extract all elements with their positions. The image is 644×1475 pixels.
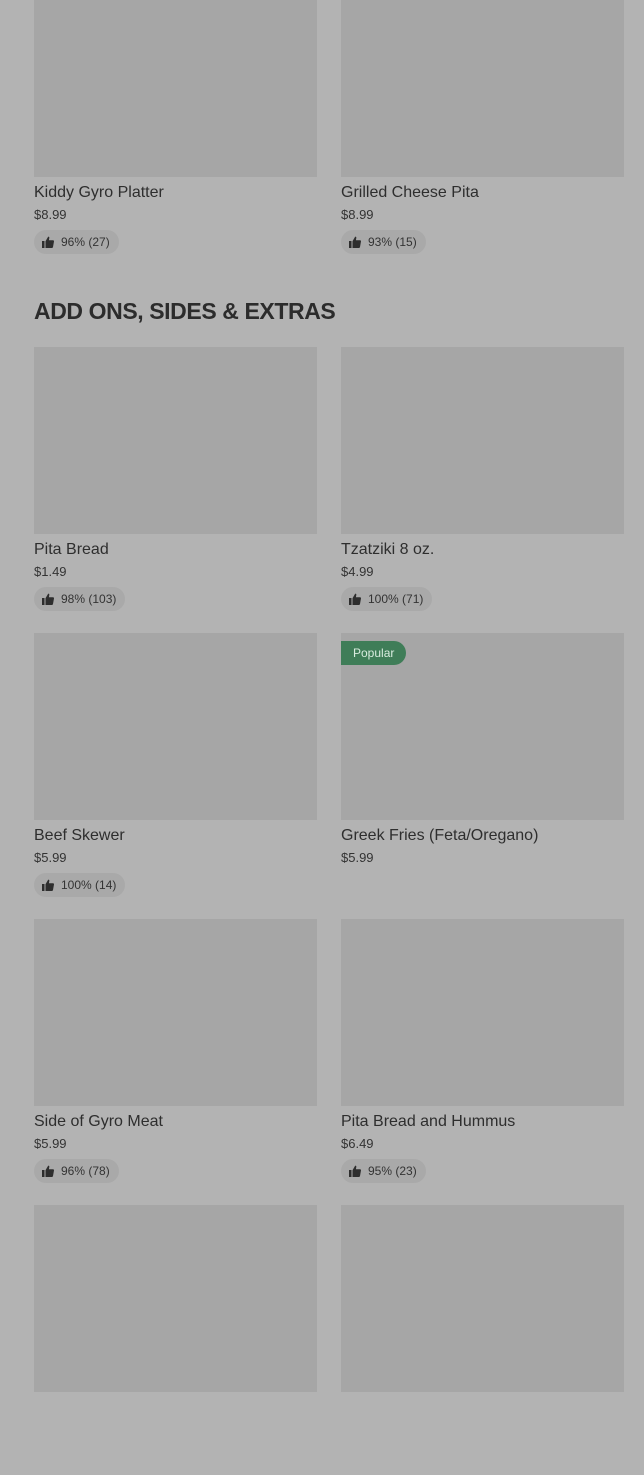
item-image[interactable] (341, 1205, 624, 1392)
item-name: Pita Bread and Hummus (341, 1113, 516, 1130)
menu-item-card[interactable] (341, 1205, 624, 1475)
rating-text: 98% (103) (61, 592, 117, 606)
thumbs-up-icon (42, 1165, 54, 1177)
rating-text: 96% (27) (61, 235, 110, 249)
item-image[interactable] (34, 347, 317, 534)
rating-pill: 100% (14) (34, 873, 126, 897)
rating-pill: 100% (71) (341, 587, 433, 611)
rating-pill: 95% (23) (341, 1159, 426, 1183)
menu-item-card[interactable]: Grilled Cheese Pita $8.99 93% (15) (341, 0, 624, 270)
item-price: $6.49 (341, 1136, 374, 1151)
menu-item-card[interactable]: Popular Greek Fries (Feta/Oregano) $5.99 (341, 633, 624, 903)
item-image[interactable] (341, 919, 624, 1106)
menu-item-card[interactable]: Pita Bread and Hummus $6.49 95% (23) (341, 919, 624, 1189)
item-name: Beef Skewer (34, 827, 125, 844)
rating-text: 100% (14) (61, 878, 117, 892)
rating-pill: 93% (15) (341, 230, 426, 254)
thumbs-up-icon (42, 236, 54, 248)
menu-item-card[interactable]: Tzatziki 8 oz. $4.99 100% (71) (341, 347, 624, 617)
menu-item-card[interactable]: Pita Bread $1.49 98% (103) (34, 347, 317, 617)
item-image[interactable] (341, 347, 624, 534)
thumbs-up-icon (349, 593, 361, 605)
item-name: Grilled Cheese Pita (341, 184, 479, 201)
rating-pill: 96% (27) (34, 230, 119, 254)
menu-item-card[interactable]: Kiddy Gyro Platter $8.99 96% (27) (34, 0, 317, 270)
rating-text: 100% (71) (368, 592, 424, 606)
item-name: Greek Fries (Feta/Oregano) (341, 827, 539, 844)
thumbs-up-icon (349, 236, 361, 248)
item-name: Tzatziki 8 oz. (341, 541, 435, 558)
item-name: Pita Bread (34, 541, 109, 558)
rating-text: 93% (15) (368, 235, 417, 249)
item-image[interactable] (34, 1205, 317, 1392)
item-price: $4.99 (341, 564, 374, 579)
item-price: $8.99 (341, 207, 374, 222)
item-name: Side of Gyro Meat (34, 1113, 163, 1130)
rating-pill: 98% (103) (34, 587, 126, 611)
item-image[interactable] (34, 0, 317, 177)
item-price: $1.49 (34, 564, 67, 579)
item-price: $8.99 (34, 207, 67, 222)
rating-text: 96% (78) (61, 1164, 110, 1178)
item-image[interactable] (34, 633, 317, 820)
addons-grid: Pita Bread $1.49 98% (103) Tzatziki 8 oz… (34, 347, 624, 1475)
thumbs-up-icon (349, 1165, 361, 1177)
top-items-grid: Kiddy Gyro Platter $8.99 96% (27) Grille… (34, 0, 624, 270)
thumbs-up-icon (42, 593, 54, 605)
item-image[interactable] (341, 0, 624, 177)
thumbs-up-icon (42, 879, 54, 891)
rating-text: 95% (23) (368, 1164, 417, 1178)
item-price: $5.99 (341, 850, 374, 865)
popular-badge: Popular (341, 641, 407, 665)
menu-item-card[interactable]: Beef Skewer $5.99 100% (14) (34, 633, 317, 903)
item-name: Kiddy Gyro Platter (34, 184, 164, 201)
menu-item-card[interactable] (34, 1205, 317, 1475)
item-price: $5.99 (34, 850, 67, 865)
item-price: $5.99 (34, 1136, 67, 1151)
menu-item-card[interactable]: Side of Gyro Meat $5.99 96% (78) (34, 919, 317, 1189)
rating-pill: 96% (78) (34, 1159, 119, 1183)
item-image[interactable] (34, 919, 317, 1106)
section-title: ADD ONS, SIDES & EXTRAS (34, 298, 336, 324)
